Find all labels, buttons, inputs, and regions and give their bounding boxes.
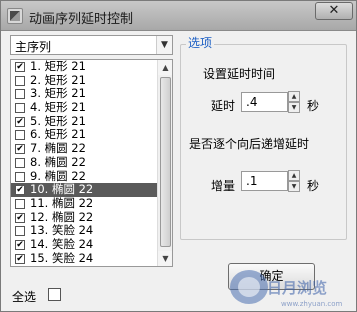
list-item[interactable]: 8. 椭圆 22: [11, 154, 158, 170]
list-item[interactable]: ✔ 10. 椭圆 22: [11, 182, 158, 197]
list-item-checkbox[interactable]: ✔: [15, 116, 25, 127]
list-item-checkbox[interactable]: ✔: [15, 239, 25, 250]
list-item-checkbox[interactable]: ✔: [15, 212, 25, 223]
select-all-checkbox[interactable]: [48, 288, 61, 301]
list-item-checkbox[interactable]: [15, 103, 25, 114]
list-item[interactable]: ✔ 14. 笑脸 24: [11, 236, 158, 252]
sequence-select[interactable]: 主序列 ▼: [10, 35, 173, 55]
list-item[interactable]: ✔ 7. 椭圆 22: [11, 141, 158, 156]
watermark-logo: 日月浏览 www.zhyuan.com: [230, 270, 343, 308]
scroll-down-icon[interactable]: ▼: [158, 251, 172, 266]
delay-label: 延时: [211, 99, 236, 113]
list-item-label: 2. 矩形 21: [30, 72, 86, 87]
list-item-label: 4. 矩形 21: [30, 100, 86, 115]
delay-heading: 设置延时时间: [203, 67, 276, 81]
list-item-checkbox[interactable]: [15, 198, 25, 209]
delay-input[interactable]: .4: [241, 92, 288, 112]
delay-unit: 秒: [307, 99, 320, 113]
delay-spinner[interactable]: ▲ ▼: [288, 91, 300, 113]
animation-list-items: ✔ 1. 矩形 21 2. 矩形 21 3. 矩形 21 4. 矩形 21 ✔ 5. 矩形 …: [11, 60, 158, 266]
list-item-checkbox[interactable]: [15, 130, 25, 141]
list-item[interactable]: 4. 矩形 21: [11, 100, 158, 115]
list-item-label: 15. 笑脸 24: [30, 250, 94, 265]
list-item[interactable]: 3. 矩形 21: [11, 87, 158, 101]
list-item-checkbox[interactable]: [15, 75, 25, 86]
list-item-checkbox[interactable]: ✔: [15, 185, 25, 196]
close-button[interactable]: ✕: [315, 2, 353, 20]
list-item[interactable]: 11. 椭圆 22: [11, 195, 158, 211]
list-item[interactable]: ✔ 12. 椭圆 22: [11, 209, 158, 225]
title-bar[interactable]: 动画序列延时控制 ✕: [1, 1, 356, 31]
list-item-label: 8. 椭圆 22: [30, 154, 86, 169]
spin-up-icon[interactable]: ▲: [288, 170, 300, 181]
list-item[interactable]: ✔ 5. 矩形 21: [11, 113, 158, 129]
list-item[interactable]: 6. 矩形 21: [11, 128, 158, 142]
scroll-up-icon[interactable]: ▲: [158, 60, 172, 75]
options-group-title: 选项: [186, 34, 215, 51]
list-item-label: 3. 矩形 21: [30, 86, 86, 101]
select-all-label: 全选: [12, 290, 37, 304]
list-item-label: 11. 椭圆 22: [30, 195, 94, 210]
list-item-label: 6. 矩形 21: [30, 127, 86, 142]
watermark-brand: 日月浏览: [267, 279, 327, 297]
list-item-checkbox[interactable]: ✔: [15, 144, 25, 155]
list-item-label: 9. 椭圆 22: [30, 168, 86, 183]
app-icon: [7, 8, 23, 24]
spin-down-icon[interactable]: ▼: [288, 181, 300, 192]
close-icon: ✕: [328, 3, 340, 18]
list-item-label: 10. 椭圆 22: [30, 182, 94, 197]
list-item-checkbox[interactable]: [15, 89, 25, 100]
list-item-label: 12. 椭圆 22: [30, 209, 94, 224]
sequence-select-value: 主序列: [15, 40, 52, 54]
animation-list[interactable]: ✔ 1. 矩形 21 2. 矩形 21 3. 矩形 21 4. 矩形 21 ✔ 5. 矩形 …: [10, 59, 173, 267]
list-scrollbar[interactable]: ▲ ▼: [157, 60, 172, 266]
list-item-checkbox[interactable]: ✔: [15, 62, 25, 72]
chevron-down-icon[interactable]: ▼: [156, 36, 172, 54]
list-item-label: 7. 椭圆 22: [30, 141, 86, 156]
watermark-url: www.zhyuan.com: [281, 300, 343, 308]
list-item-label: 14. 笑脸 24: [30, 236, 94, 251]
increment-input[interactable]: .1: [241, 171, 288, 191]
increment-unit: 秒: [307, 179, 320, 193]
increment-spinner[interactable]: ▲ ▼: [288, 170, 300, 192]
list-item-checkbox[interactable]: [15, 226, 25, 237]
list-item-label: 5. 矩形 21: [30, 113, 86, 128]
list-item-checkbox[interactable]: [15, 171, 25, 182]
dialog-window: 动画序列延时控制 ✕ 主序列 ▼ ✔ 1. 矩形 21 2. 矩形 21 3. 矩形 …: [0, 0, 357, 312]
spin-down-icon[interactable]: ▼: [288, 102, 300, 113]
spin-up-icon[interactable]: ▲: [288, 91, 300, 102]
list-item[interactable]: 2. 矩形 21: [11, 72, 158, 88]
list-item[interactable]: 9. 椭圆 22: [11, 168, 158, 184]
list-item-label: 1. 矩形 21: [30, 60, 86, 73]
increment-label: 增量: [211, 179, 236, 193]
window-title: 动画序列延时控制: [29, 12, 134, 27]
list-item-checkbox[interactable]: ✔: [15, 253, 25, 264]
list-item[interactable]: 13. 笑脸 24: [11, 223, 158, 238]
list-item[interactable]: ✔ 1. 矩形 21: [11, 60, 158, 74]
list-item-checkbox[interactable]: [15, 157, 25, 168]
list-item[interactable]: ✔ 15. 笑脸 24: [11, 250, 158, 266]
scroll-thumb[interactable]: [160, 77, 171, 247]
list-item-label: 13. 笑脸 24: [30, 223, 94, 238]
increment-heading: 是否逐个向后递增延时: [189, 137, 310, 151]
